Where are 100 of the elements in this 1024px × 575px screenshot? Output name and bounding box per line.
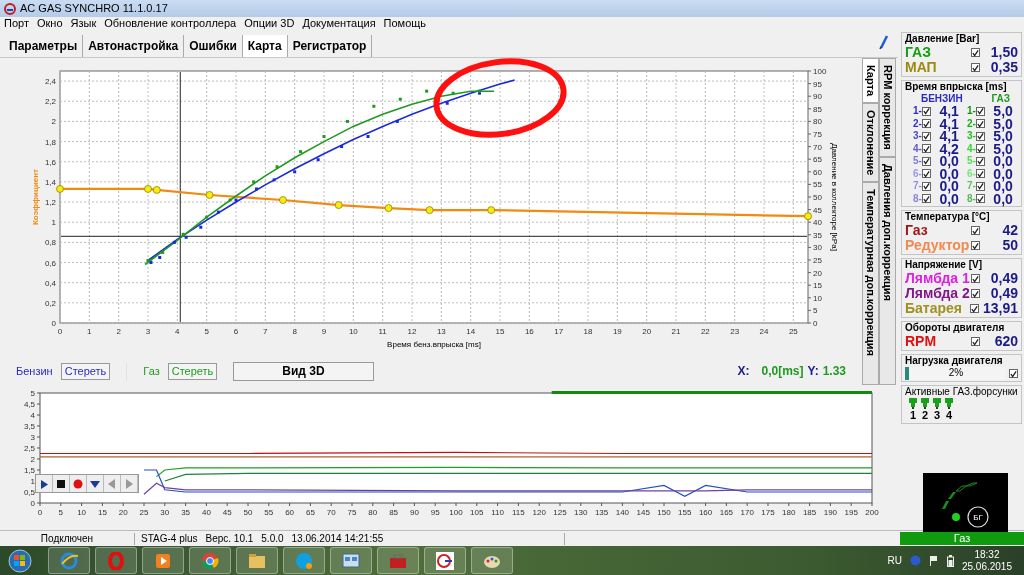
data-point xyxy=(56,185,64,193)
tick-label: 2 xyxy=(30,455,35,464)
tick-label: 5 xyxy=(30,389,35,398)
axis-title: Время бенз.впрыска [ms] xyxy=(387,340,481,349)
checkbox[interactable] xyxy=(921,119,931,129)
tick-label: 4,5 xyxy=(23,400,35,409)
checkbox[interactable] xyxy=(969,304,979,313)
view-3d-button[interactable]: Вид 3D xyxy=(233,362,374,381)
taskbar-button[interactable] xyxy=(330,547,372,574)
checkbox[interactable] xyxy=(921,144,931,154)
checkbox[interactable] xyxy=(971,48,980,57)
checkbox[interactable] xyxy=(975,144,985,154)
checkbox[interactable] xyxy=(975,156,985,166)
sensor-value: 42 xyxy=(1001,223,1018,238)
record-button[interactable] xyxy=(70,475,87,492)
tick-label: 170 xyxy=(740,508,754,517)
side-tab[interactable]: Карта xyxy=(862,58,879,104)
group-title: Активные ГАЗ.форсунки xyxy=(905,386,1018,398)
side-tab[interactable]: Температурная доп.коррекция xyxy=(862,182,879,385)
data-point xyxy=(316,158,320,162)
injector-label: 4- xyxy=(913,142,922,155)
language-indicator[interactable]: RU xyxy=(887,554,902,567)
menu-item[interactable]: Окно xyxy=(36,17,63,31)
clear-button[interactable]: Стереть xyxy=(167,362,218,381)
data-point xyxy=(425,89,429,93)
checkbox[interactable] xyxy=(971,337,980,346)
tick-label: 195 xyxy=(844,508,858,517)
data-point xyxy=(252,180,256,184)
side-tab[interactable]: RPM коррекция xyxy=(879,58,896,157)
media-player-icon xyxy=(154,551,172,570)
tick-label: 140 xyxy=(615,508,630,517)
tick-label: 21 xyxy=(671,327,681,336)
clear-button[interactable]: Стереть xyxy=(60,362,111,381)
tick-label: 0,8 xyxy=(44,238,56,248)
tick-label: 3,5 xyxy=(23,422,35,431)
checkbox[interactable] xyxy=(971,289,980,298)
checkbox[interactable] xyxy=(921,156,931,166)
sensor-value: 50 xyxy=(1001,238,1018,253)
menu-item[interactable]: Порт xyxy=(4,17,29,31)
checkbox[interactable] xyxy=(921,169,931,179)
tick-label: 1 xyxy=(87,327,92,336)
taskbar-button[interactable] xyxy=(424,547,466,574)
tick-label: 18 xyxy=(583,327,593,336)
menu-item[interactable]: Помощь xyxy=(383,17,427,31)
tick-label: 20 xyxy=(118,508,128,517)
tick-label: 70 xyxy=(326,508,336,517)
taskbar-button[interactable] xyxy=(189,547,231,574)
app-window-icon xyxy=(342,551,360,570)
menu-item[interactable]: Документация xyxy=(302,17,376,31)
taskbar-button[interactable] xyxy=(95,547,137,574)
tick-label: 50 xyxy=(813,193,822,202)
tick-label: 55 xyxy=(813,180,822,190)
taskbar-button[interactable] xyxy=(377,547,419,574)
battery-icon xyxy=(946,554,954,567)
side-tab[interactable]: Отклонение xyxy=(862,103,879,183)
checkbox[interactable] xyxy=(975,131,985,141)
checkbox[interactable] xyxy=(975,119,985,129)
injector-label: 3- xyxy=(966,130,976,143)
side-tab[interactable]: Давления доп.коррекция xyxy=(879,156,896,385)
tick-label: 8 xyxy=(292,327,297,336)
tick-label: 1,6 xyxy=(44,157,56,167)
tick-label: 10 xyxy=(348,327,358,336)
taskbar-button[interactable] xyxy=(142,547,184,574)
tick-label: 145 xyxy=(636,508,650,517)
data-point xyxy=(299,150,303,154)
menu-item[interactable]: Обновление контроллера xyxy=(104,17,237,31)
start-button[interactable] xyxy=(8,548,32,573)
checkbox[interactable] xyxy=(971,241,980,250)
load-value: 2% xyxy=(948,367,964,380)
tick-label: 95 xyxy=(813,79,822,89)
tick-label: 35 xyxy=(813,230,822,240)
taskbar-button[interactable] xyxy=(236,547,278,574)
stop-button[interactable] xyxy=(53,475,70,492)
data-point xyxy=(334,201,343,209)
checkbox[interactable] xyxy=(975,181,985,191)
taskbar-button[interactable] xyxy=(471,547,513,574)
play-button[interactable] xyxy=(36,475,53,492)
tick-label: 100 xyxy=(813,67,827,76)
checkbox[interactable] xyxy=(975,106,985,116)
checkbox[interactable] xyxy=(975,194,985,204)
taskbar-button[interactable] xyxy=(48,547,90,574)
tick-label: 45 xyxy=(222,508,232,517)
down-button[interactable] xyxy=(87,475,104,492)
checkbox[interactable] xyxy=(921,106,931,116)
checkbox[interactable] xyxy=(971,63,980,72)
tab[interactable]: Карта xyxy=(242,34,288,57)
checkbox[interactable] xyxy=(1009,369,1018,378)
checkbox[interactable] xyxy=(975,169,985,179)
tick-label: 190 xyxy=(823,508,838,517)
checkbox[interactable] xyxy=(921,131,931,141)
checkbox[interactable] xyxy=(971,226,980,235)
checkbox[interactable] xyxy=(921,181,931,191)
status-text: 13.06.2014 14:21:55 xyxy=(291,532,384,545)
menu-item[interactable]: Язык xyxy=(70,17,97,31)
status-text: Верс. 10.1 xyxy=(205,532,254,545)
menu-item[interactable]: Опции 3D xyxy=(244,17,295,31)
axis-title: Давление в коллекторе [kPa] xyxy=(830,143,839,251)
checkbox[interactable] xyxy=(921,194,931,204)
checkbox[interactable] xyxy=(971,274,980,283)
tick-label: 185 xyxy=(802,508,817,517)
